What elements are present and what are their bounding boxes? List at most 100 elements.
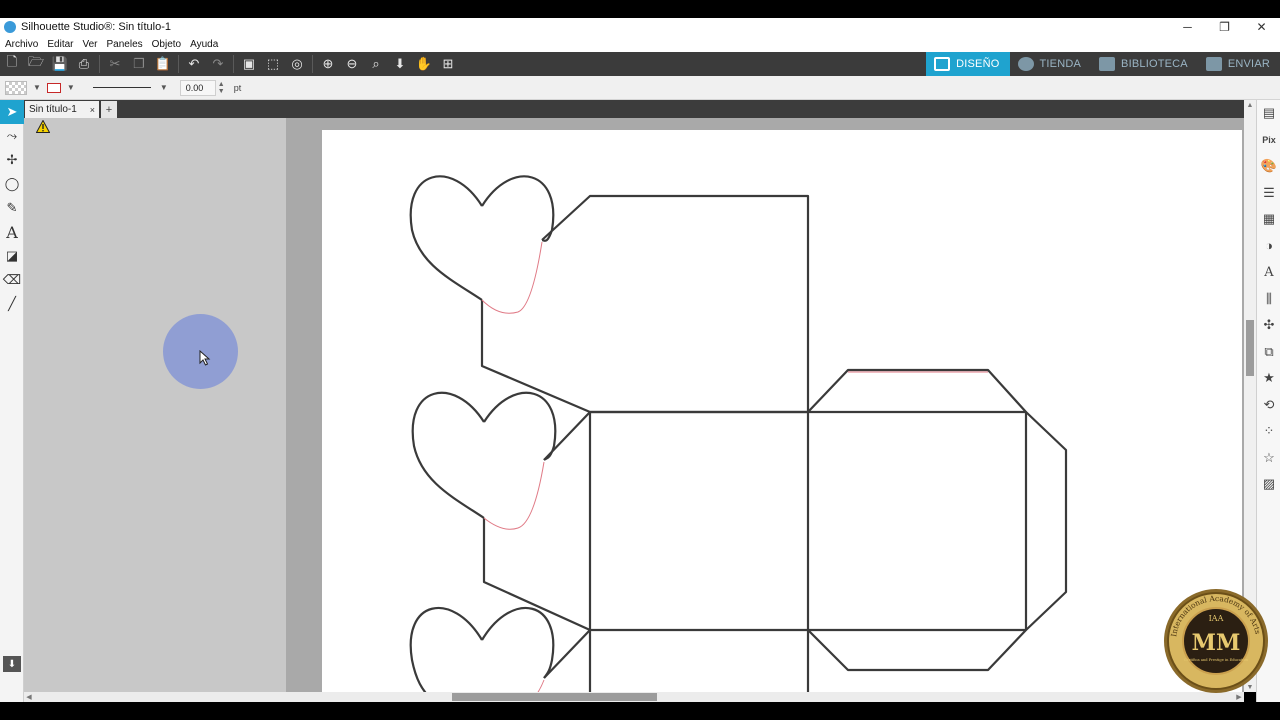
chevron-down-icon[interactable]: ▼ [160,83,168,92]
minimize-button[interactable]: ─ [1169,18,1206,36]
send-icon [1205,57,1222,71]
contrast-icon[interactable]: ◑ [1257,233,1280,260]
tab-diseno[interactable]: DISEÑO [926,52,1010,76]
fill-color-swatch[interactable] [5,80,27,95]
replicate-icon[interactable]: ⧉ [1257,339,1280,366]
fill-tool-icon[interactable]: ◪ [0,244,24,268]
academy-logo: International Academy of Arts IAA MM Cer… [1160,587,1272,695]
design-canvas[interactable] [286,118,1244,692]
undo-icon[interactable]: ↶ [182,53,206,75]
window-controls: ─ ❐ ✕ [1169,18,1280,36]
group-icon[interactable]: ▣ [237,53,261,75]
move-down-icon[interactable]: ⬇ [388,53,412,75]
close-window-button[interactable]: ✕ [1243,18,1280,36]
line-width-unit: pt [233,82,242,93]
box-template-drawing[interactable] [322,130,1242,692]
document-tab[interactable]: Sin título-1 × [25,101,99,118]
heart-tab-shape [409,606,555,692]
transform-icon[interactable]: ✣ [1257,312,1280,339]
sketch-icon[interactable]: ☆ [1257,445,1280,472]
zoom-in-icon[interactable]: ⊕ [316,53,340,75]
heart-tab-shape [411,391,557,519]
cutting-mat-page[interactable] [322,130,1242,692]
text-style-icon[interactable]: A [1257,259,1280,286]
line-width-stepper[interactable]: ▲ ▼ [218,81,225,95]
new-file-icon[interactable]: 🗋 [0,53,24,75]
make-compound-path-icon[interactable]: ◎ [285,53,309,75]
pixscan-icon[interactable]: Pix [1257,127,1280,154]
cut-icon[interactable]: ✂ [103,53,127,75]
print-icon[interactable]: ⎙ [72,53,96,75]
horizontal-scroll-thumb[interactable] [452,693,657,701]
tab-outline [480,194,810,414]
workspace-margin[interactable] [24,118,286,692]
line-style-icon[interactable]: ☰ [1257,180,1280,207]
menu-bar: Archivo Editar Ver Paneles Objeto Ayuda [0,36,1280,52]
paste-icon[interactable]: 📋 [151,53,175,75]
modify-icon[interactable]: ★ [1257,365,1280,392]
warning-icon[interactable] [36,120,50,133]
pencil-tool-icon[interactable]: ✎ [0,196,24,220]
library-icon [1099,57,1116,71]
transform-tool-icon[interactable]: ✢ [0,148,24,172]
vertical-scroll-thumb[interactable] [1246,320,1254,376]
menu-editar[interactable]: Editar [47,39,73,50]
zoom-selection-icon[interactable]: ⌕ [364,53,388,75]
chevron-down-icon[interactable]: ▼ [67,83,75,92]
library-panel-toggle-icon[interactable]: ⬇ [3,656,21,672]
scroll-left-icon[interactable]: ◀ [24,692,34,702]
silhouette-app-icon [4,21,16,33]
ellipse-tool-icon[interactable]: ◯ [0,172,24,196]
menu-archivo[interactable]: Archivo [5,39,38,50]
menu-ayuda[interactable]: Ayuda [190,39,218,50]
menu-objeto[interactable]: Objeto [152,39,181,50]
toolbar-divider [178,55,179,73]
restore-button[interactable]: ❐ [1206,18,1243,36]
fit-to-page-icon[interactable]: ⊞ [436,53,460,75]
mouse-pointer-icon [199,350,211,366]
line-style-selector[interactable] [92,87,151,88]
menu-ver[interactable]: Ver [82,39,97,50]
ungroup-icon[interactable]: ⬚ [261,53,285,75]
badge-top-text: IAA [1209,614,1224,623]
fill-palette-icon[interactable]: 🎨 [1257,153,1280,180]
knife-tool-icon[interactable]: ╱ [0,292,24,316]
menu-paneles[interactable]: Paneles [107,39,143,50]
window-titlebar: Silhouette Studio®: Sin título-1 ─ ❐ ✕ [0,18,1280,36]
chevron-down-icon[interactable]: ▼ [33,83,41,92]
trace-icon[interactable]: ⁘ [1257,418,1280,445]
open-folder-icon[interactable]: 🗁 [24,53,48,75]
tab-tienda[interactable]: TIENDA [1010,52,1092,76]
page-setup-icon[interactable]: ▤ [1257,100,1280,127]
new-tab-button[interactable]: + [101,101,117,118]
text-tool-icon[interactable]: A [0,220,24,244]
alignment-guides [481,241,988,692]
pan-hand-icon[interactable]: ✋ [412,53,436,75]
badge-monogram: MM [1192,630,1241,656]
redo-icon[interactable]: ↷ [206,53,230,75]
video-letterbox-top [0,0,1280,18]
tab-enviar-label: ENVIAR [1227,58,1270,70]
line-color-swatch[interactable] [46,82,61,93]
hatch-icon[interactable]: ▨ [1257,471,1280,498]
horizontal-scrollbar[interactable]: ◀ ▶ [24,692,1244,702]
tab-outline [482,411,591,632]
copy-icon[interactable]: ❐ [127,53,151,75]
align-icon[interactable]: ⫼ [1257,286,1280,313]
tab-diseno-label: DISEÑO [956,58,1000,70]
scroll-up-icon[interactable]: ▲ [1244,100,1256,110]
image-effects-icon[interactable]: ▦ [1257,206,1280,233]
close-tab-icon[interactable]: × [90,105,95,115]
tab-enviar[interactable]: ENVIAR [1198,52,1280,76]
tab-biblioteca[interactable]: BIBLIOTECA [1091,52,1198,76]
workspace-tabs: DISEÑO TIENDA BIBLIOTECA ENVIAR [926,52,1280,76]
save-icon[interactable]: 💾 [48,53,72,75]
left-toolbox: ➤ ⤳ ✢ ◯ ✎ A ◪ ⌫ ╱ ⬇ [0,100,24,702]
line-width-input[interactable]: 0.00 [179,79,216,96]
edit-points-tool-icon[interactable]: ⤳ [0,124,24,148]
zoom-out-icon[interactable]: ⊖ [340,53,364,75]
offset-icon[interactable]: ⟲ [1257,392,1280,419]
document-tabs: Sin título-1 × + [24,100,1244,118]
eraser-tool-icon[interactable]: ⌫ [0,268,24,292]
select-tool-icon[interactable]: ➤ [0,100,24,124]
